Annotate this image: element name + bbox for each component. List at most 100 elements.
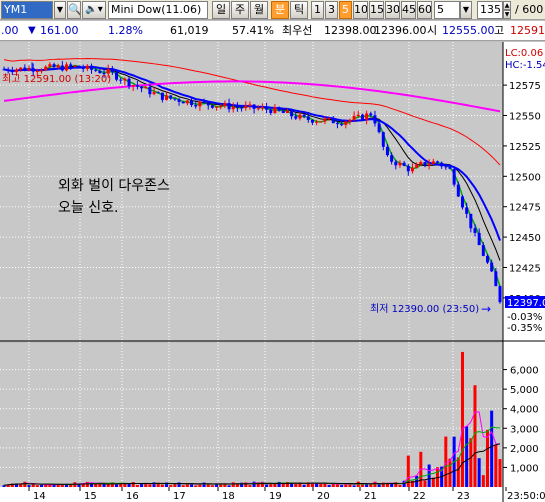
high-label: 고 <box>494 24 505 37</box>
interval-15-button[interactable]: 15 <box>369 1 384 19</box>
symbol-dropdown-icon[interactable]: ▼ <box>54 1 66 19</box>
interval-5-button[interactable]: 5 <box>339 1 352 19</box>
candle-body <box>244 105 248 109</box>
interval-60-button[interactable]: 60 <box>417 1 432 19</box>
x-tick-label: 20 <box>317 491 330 502</box>
high-arrow-icon: ↓ <box>27 60 37 74</box>
candle-body <box>302 114 306 117</box>
interval-3-button[interactable]: 3 <box>325 1 338 19</box>
period-tick-button[interactable]: 틱 <box>290 1 308 19</box>
volume-tick-label: 6,000 <box>510 366 539 377</box>
candle-body <box>256 108 260 110</box>
candle-body <box>419 162 423 165</box>
candle-body <box>356 114 360 116</box>
change-value: 161.00 <box>40 24 79 37</box>
volume-bar <box>135 485 139 487</box>
interval-select[interactable]: 5 <box>434 1 460 19</box>
volume-bar <box>481 475 485 487</box>
candle-body <box>90 65 94 70</box>
candle-body <box>306 116 310 120</box>
candle-body <box>48 64 52 67</box>
count-up-icon[interactable]: ▲ <box>503 1 511 10</box>
volume-bar <box>127 483 131 487</box>
candle-body <box>231 106 235 110</box>
symbol-input[interactable]: YM1 <box>1 1 53 19</box>
sound-icon[interactable]: 🔈▾ <box>82 1 106 19</box>
candle-body <box>131 85 135 87</box>
candle-body <box>456 184 460 197</box>
interval-45-button[interactable]: 45 <box>401 1 416 19</box>
legend-lc: LC:0.06 <box>505 48 543 59</box>
candle-body <box>398 162 402 166</box>
x-tick-label: 16 <box>126 491 139 502</box>
volume-tick-label: 2,000 <box>510 444 539 455</box>
volume-bar <box>115 484 119 487</box>
candle-body <box>198 101 202 107</box>
period-week-button[interactable]: 주 <box>231 1 249 19</box>
volume-bar <box>123 483 127 487</box>
volume-bar <box>194 485 198 487</box>
open-label: 시 <box>427 24 438 37</box>
candle-body <box>348 119 352 122</box>
count-input[interactable]: 135 <box>477 1 503 19</box>
candle-body <box>277 107 281 111</box>
x-tick-label: 21 <box>364 491 377 502</box>
open-price: 12555.00 <box>442 24 495 37</box>
candle-body <box>310 119 314 123</box>
candle-body <box>273 107 277 113</box>
candle-body <box>327 117 331 119</box>
count-down-icon[interactable]: ▼ <box>503 10 511 19</box>
candle-body <box>315 121 319 123</box>
candle-body <box>465 207 469 214</box>
volume-bar <box>94 484 98 487</box>
candle-body <box>381 132 385 147</box>
candle-body <box>135 85 139 87</box>
candle-body <box>227 103 231 110</box>
candle-body <box>481 245 485 256</box>
candle-body <box>119 79 123 81</box>
candle-body <box>448 166 452 169</box>
candle-body <box>69 64 73 67</box>
candle-body <box>498 286 502 303</box>
candle-body <box>373 115 377 124</box>
y-tick-label: 12425 <box>509 263 541 274</box>
candle-body <box>352 115 356 120</box>
price-chart[interactable]: 1257512550125251250012475124501242512400… <box>0 42 545 502</box>
interval-10-button[interactable]: 10 <box>353 1 368 19</box>
volume-bar <box>265 484 269 487</box>
candle-body <box>144 86 148 89</box>
toolbar: YM1 ▼ 🔍 🔈▾ Mini Dow(11.06) 일 주 월 분 틱 1 3… <box>0 0 545 20</box>
interval-dropdown-icon[interactable]: ▼ <box>460 1 472 19</box>
candle-body <box>140 86 144 89</box>
change-percent: 1.28% <box>108 24 143 37</box>
volume-bar <box>427 464 431 487</box>
candle-body <box>494 271 498 287</box>
candle-body <box>202 101 206 103</box>
volume-bar <box>144 483 148 487</box>
candle-body <box>252 104 256 109</box>
volume-bar <box>148 484 152 487</box>
ask-price: 12396.00 <box>374 24 427 37</box>
candle-body <box>156 92 160 94</box>
candle-body <box>173 98 177 100</box>
search-icon[interactable]: 🔍 <box>67 1 81 19</box>
candle-body <box>81 67 85 69</box>
period-minute-button[interactable]: 분 <box>271 1 289 19</box>
candle-body <box>260 107 264 109</box>
period-day-button[interactable]: 일 <box>212 1 230 19</box>
period-month-button[interactable]: 월 <box>250 1 268 19</box>
candle-body <box>294 116 298 119</box>
interval-1-button[interactable]: 1 <box>311 1 324 19</box>
volume-bar <box>273 483 277 487</box>
candle-body <box>106 69 110 74</box>
candle-body <box>206 102 210 106</box>
volume-bar <box>290 483 294 487</box>
low-annotation: 최저 12390.00 (23:50) <box>370 303 479 315</box>
candle-body <box>127 78 131 87</box>
volume-value: 61,019 <box>170 24 209 37</box>
interval-30-button[interactable]: 30 <box>385 1 400 19</box>
candle-body <box>427 164 431 166</box>
candle-body <box>165 95 169 100</box>
candle-body <box>40 70 44 72</box>
volume-bar <box>473 385 477 487</box>
